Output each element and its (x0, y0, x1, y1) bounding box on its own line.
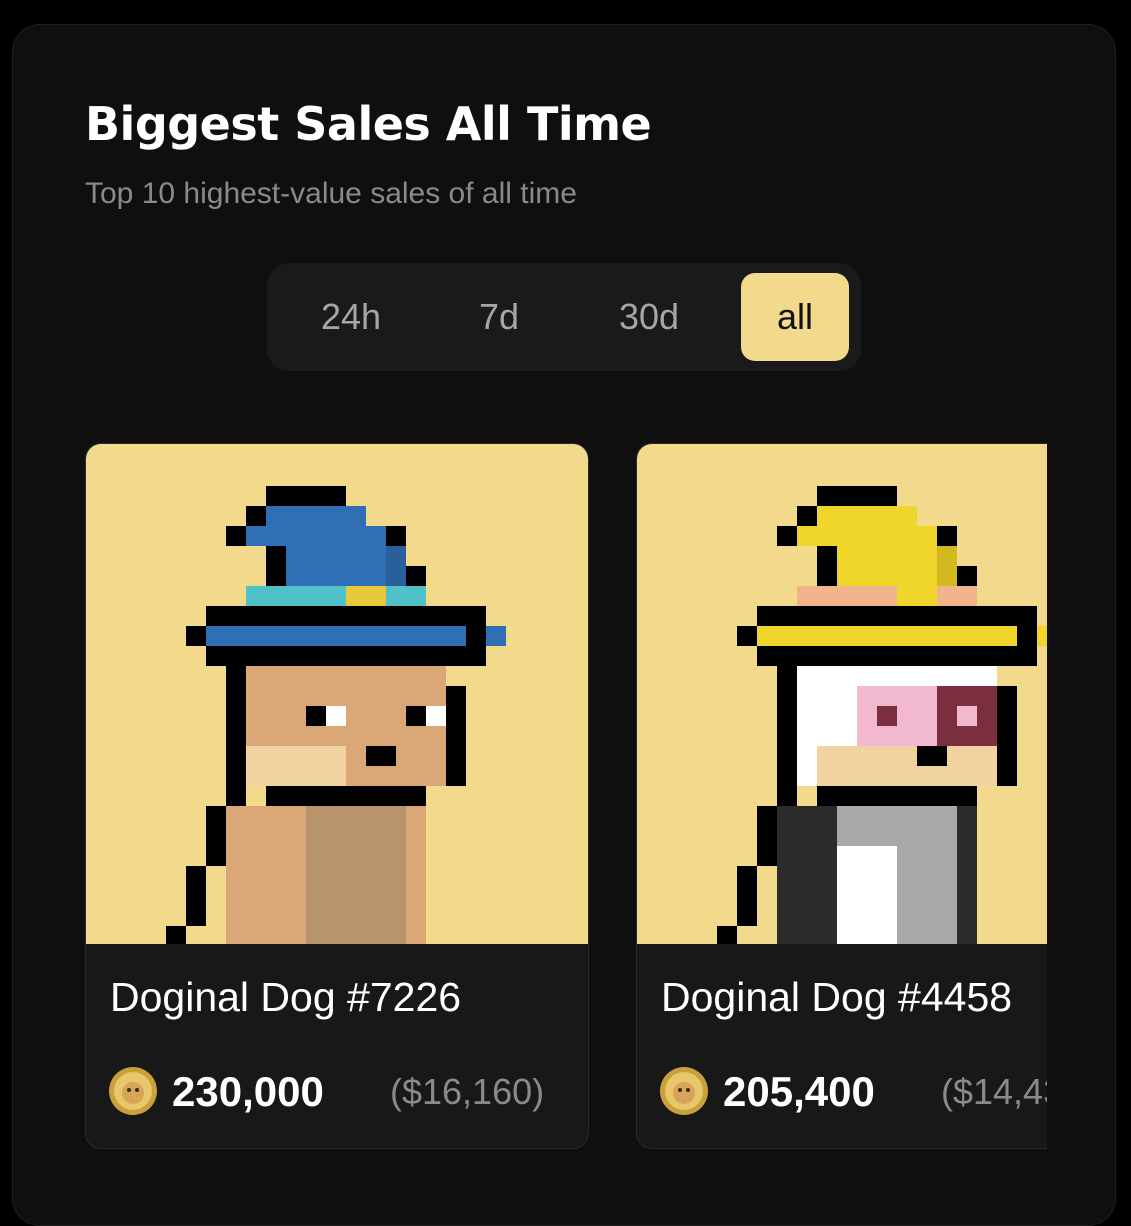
nft-image (86, 444, 588, 944)
pixel-dog-yellow-hat (717, 486, 1057, 944)
sale-card[interactable]: Doginal Dog #4458 205,400 ($14,43 (636, 443, 1115, 1149)
nft-name: Doginal Dog #7226 (110, 974, 462, 1020)
nft-image (637, 444, 1115, 944)
tab-7d[interactable]: 7d (429, 273, 569, 361)
tab-30d[interactable]: 30d (579, 273, 719, 361)
doge-coin-icon (109, 1067, 157, 1115)
nft-name: Doginal Dog #4458 (661, 974, 1013, 1020)
tab-24h[interactable]: 24h (281, 273, 421, 361)
price-usd: ($16,160) (390, 1071, 545, 1112)
sale-card[interactable]: Doginal Dog #7226 230,000 ($16,160) (85, 443, 589, 1149)
pixel-dog-blue-hat (166, 486, 506, 944)
time-range-tabs: 24h 7d 30d all (267, 263, 861, 371)
biggest-sales-panel: Biggest Sales All Time Top 10 highest-va… (12, 24, 1116, 1226)
scroll-clip-edge (1047, 425, 1115, 1185)
price-doge: 230,000 (172, 1068, 324, 1115)
price-usd: ($14,43 (941, 1071, 1064, 1112)
doge-coin-icon (660, 1067, 708, 1115)
tab-all[interactable]: all (741, 273, 849, 361)
page-title: Biggest Sales All Time (85, 97, 652, 151)
page-subtitle: Top 10 highest-value sales of all time (85, 177, 577, 210)
price-doge: 205,400 (723, 1068, 875, 1115)
